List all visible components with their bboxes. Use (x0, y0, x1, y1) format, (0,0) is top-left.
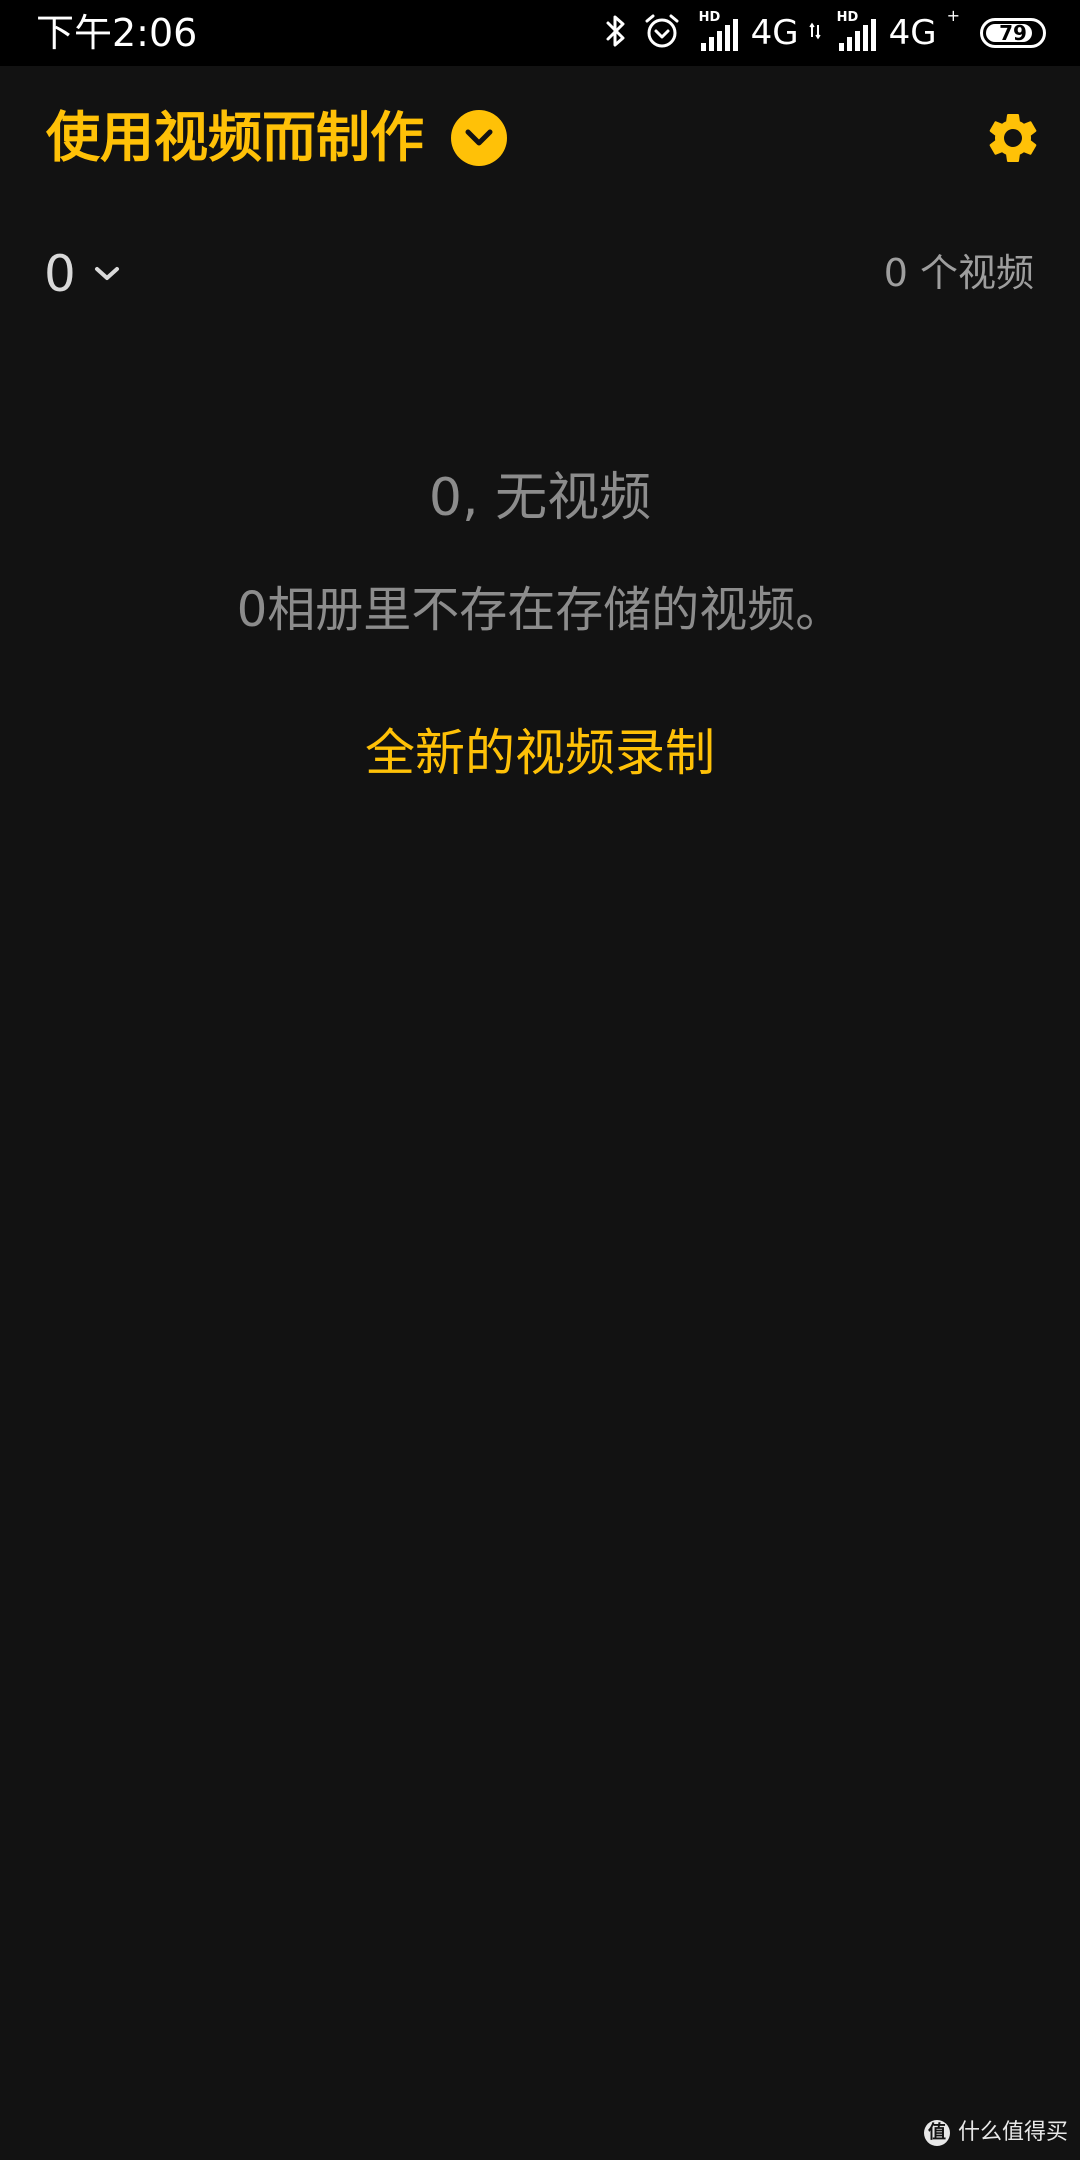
video-count: 0 个视频 (883, 251, 1034, 295)
sim2-hd-label: HD (836, 10, 859, 25)
status-icons: HD 4G HD 4G + 79 (605, 6, 1046, 56)
bluetooth-icon (605, 13, 627, 53)
gear-icon (989, 113, 1037, 162)
watermark-text: 什么值得买 (957, 2120, 1068, 2145)
settings-button[interactable] (983, 108, 1043, 168)
empty-state-description: 0相册里不存在存储的视频。 (236, 582, 844, 638)
chevron-down-icon (94, 267, 119, 280)
battery-icon: 79 (980, 18, 1046, 48)
chevron-down-circle-icon[interactable] (451, 110, 507, 166)
battery-level: 79 (999, 21, 1027, 45)
sim1-hd-label: HD (698, 10, 721, 25)
alarm-icon (643, 12, 681, 54)
sim1-signal: HD (698, 10, 741, 53)
album-name: 0 (44, 245, 76, 303)
sim2-network-suffix: + (946, 6, 960, 25)
sim1-network-label: 4G (750, 13, 799, 53)
sim2-network-label: 4G (888, 13, 937, 53)
status-bar: 下午2:06 HD 4G HD 4G + 79 (0, 0, 1080, 66)
status-time: 下午2:06 (36, 11, 198, 55)
watermark-logo-icon: 值 (923, 2120, 950, 2146)
page-title[interactable]: 使用视频而制作 (46, 105, 424, 171)
watermark: 值 什么值得买 (923, 2118, 1068, 2148)
empty-state-title: 0, 无视频 (428, 468, 652, 528)
record-new-video-button[interactable]: 全新的视频录制 (0, 722, 1080, 784)
data-arrows-icon (808, 21, 821, 45)
sim2-signal: HD (836, 10, 879, 53)
album-selector[interactable]: 0 (44, 244, 120, 304)
